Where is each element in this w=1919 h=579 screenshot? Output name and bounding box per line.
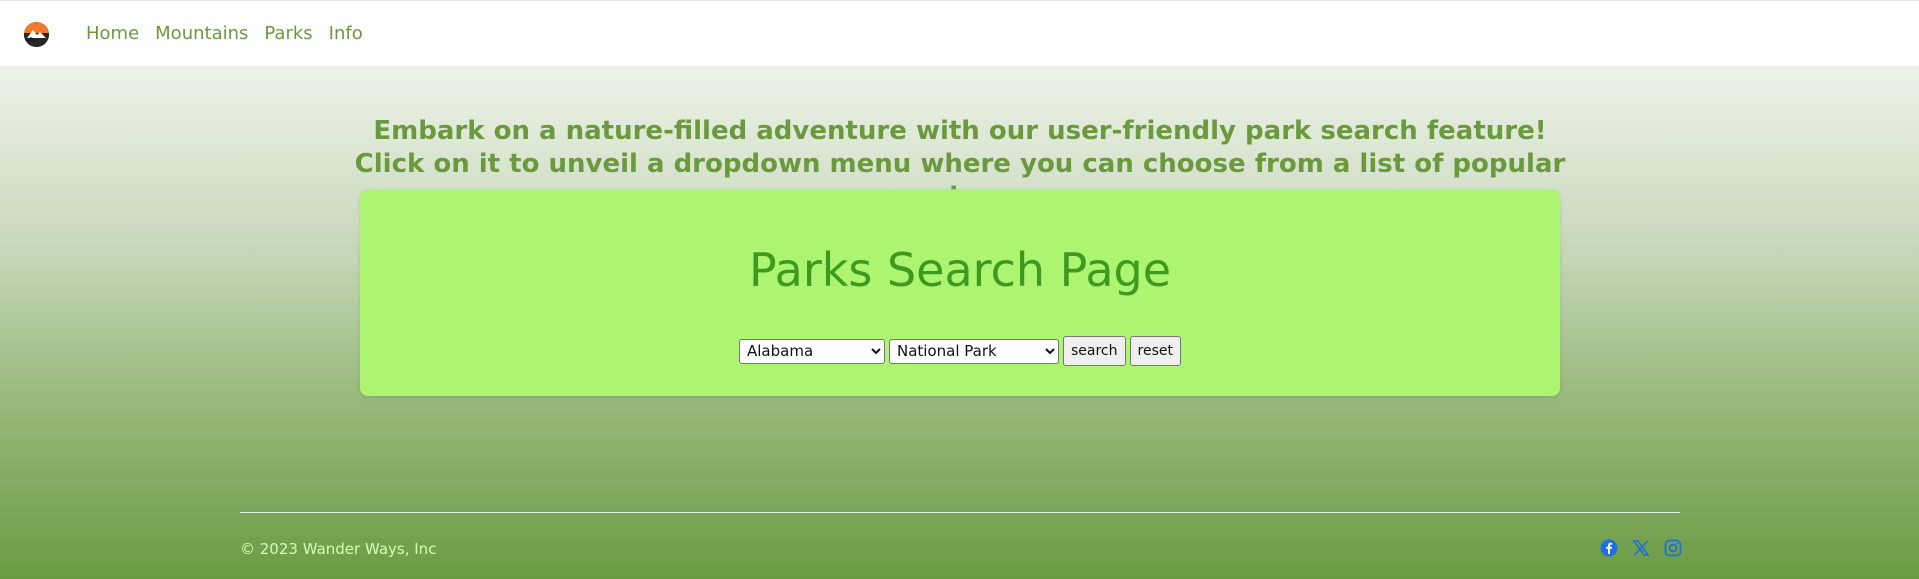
x-icon[interactable] (1632, 539, 1650, 557)
mountain-logo-icon[interactable] (24, 22, 49, 47)
nav-link-mountains[interactable]: Mountains (155, 22, 248, 46)
nav-links: Home Mountains Parks Info (86, 22, 363, 46)
search-button[interactable]: search (1063, 336, 1126, 366)
footer-divider (240, 512, 1680, 513)
nav-link-info[interactable]: Info (329, 22, 363, 46)
copyright-text: © 2023 Wander Ways, Inc (240, 540, 437, 558)
navbar: Home Mountains Parks Info (0, 0, 1919, 66)
park-type-select[interactable]: National Park (889, 338, 1059, 364)
state-select[interactable]: Alabama (739, 338, 885, 364)
instagram-icon[interactable] (1664, 539, 1682, 557)
reset-button[interactable]: reset (1129, 336, 1181, 366)
search-controls: Alabama National Park search reset (739, 336, 1181, 366)
facebook-icon[interactable] (1600, 539, 1618, 557)
page-title: Parks Search Page (748, 243, 1172, 297)
nav-link-parks[interactable]: Parks (264, 22, 312, 46)
social-links (1600, 539, 1682, 557)
nav-link-home[interactable]: Home (86, 22, 139, 46)
search-card: Parks Search Page Alabama National Park … (360, 190, 1560, 396)
